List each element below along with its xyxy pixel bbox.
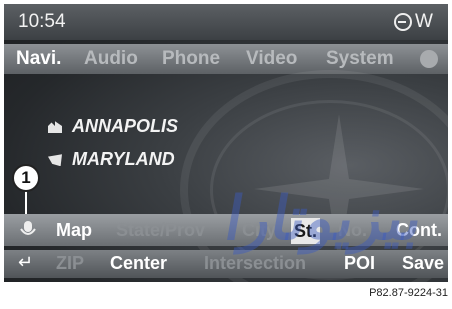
destination-city-row[interactable]: ANNAPOLIS <box>48 116 178 137</box>
clock: 10:54 <box>18 11 66 32</box>
gps-signal-icon <box>394 13 412 31</box>
callout-marker: 1 <box>12 164 40 192</box>
figure-frame: 10:54 W Navi. Audio Phone Video System A… <box>0 0 452 309</box>
softkey-map[interactable]: Map <box>56 220 92 241</box>
destination-state-row[interactable]: MARYLAND <box>48 149 175 170</box>
menu-indicator-icon <box>420 50 438 68</box>
softkey-state-prov[interactable]: State/Prov <box>116 220 205 241</box>
state-flag-icon <box>48 154 62 167</box>
voice-control-icon[interactable] <box>18 219 38 239</box>
back-icon[interactable]: ↵ <box>18 252 40 274</box>
status-bar: 10:54 W <box>4 4 448 40</box>
status-glyph: W <box>415 11 433 32</box>
softkey-save[interactable]: Save <box>402 253 444 274</box>
menu-phone[interactable]: Phone <box>162 48 220 70</box>
main-menu-bar: Navi. Audio Phone Video System <box>4 44 448 74</box>
menu-video[interactable]: Video <box>246 48 297 70</box>
watermark: ﺑﯿﺰﯾﻮﺗﺎرا <box>220 185 429 252</box>
city-icon <box>48 121 62 134</box>
softkey-poi[interactable]: POI <box>344 253 375 274</box>
softkey-intersection[interactable]: Intersection <box>204 253 306 274</box>
head-unit-screen: 10:54 W Navi. Audio Phone Video System A… <box>4 4 448 282</box>
menu-system[interactable]: System <box>326 48 394 70</box>
menu-navi[interactable]: Navi. <box>16 48 61 70</box>
softkey-row-2: ↵ ZIP Center Intersection POI Save <box>4 250 448 278</box>
destination-city: ANNAPOLIS <box>72 116 179 136</box>
softkey-zip[interactable]: ZIP <box>56 253 84 274</box>
figure-caption: P82.87-9224-31 <box>369 287 448 299</box>
destination-state: MARYLAND <box>72 149 175 169</box>
softkey-center[interactable]: Center <box>110 253 167 274</box>
menu-audio[interactable]: Audio <box>84 48 138 70</box>
